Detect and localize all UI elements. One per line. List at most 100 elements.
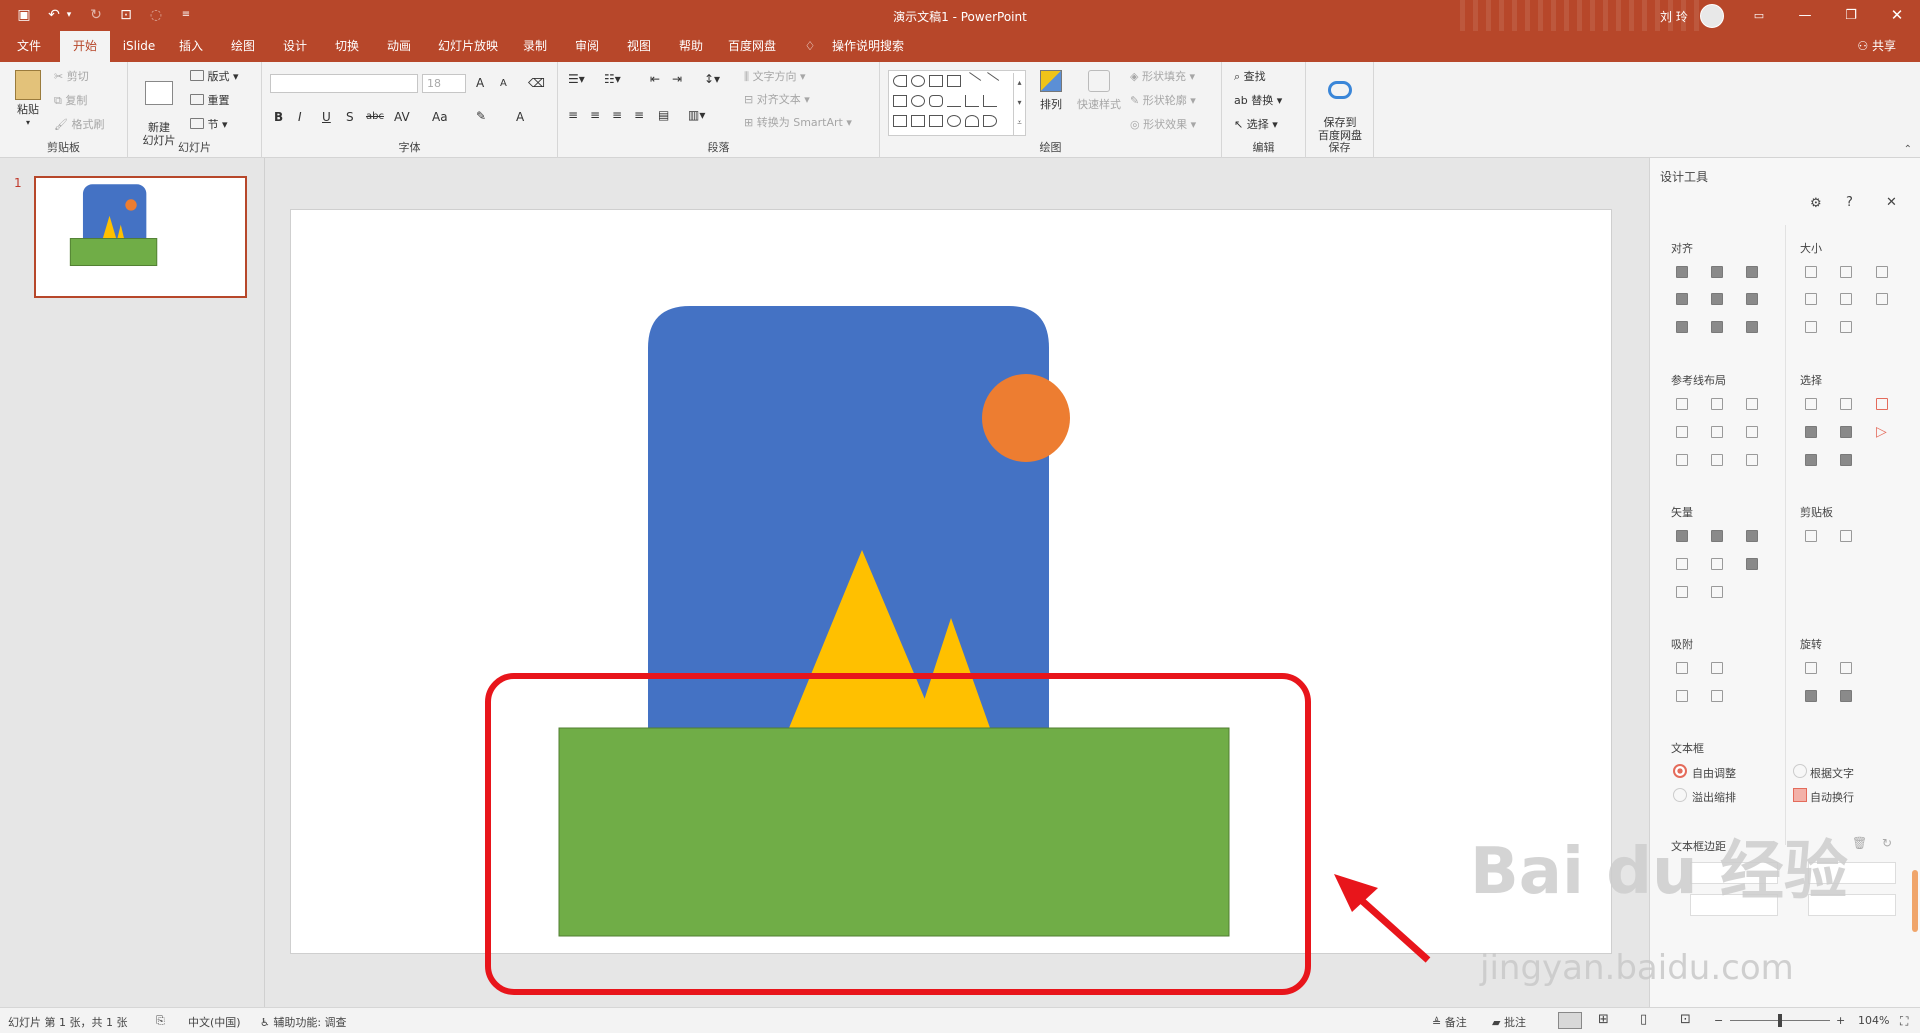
select-cursor-icon[interactable]: ▷ [1876,424,1887,440]
help-icon[interactable]: ? [1846,195,1853,210]
guide-width-icon[interactable] [1676,454,1688,466]
close-icon[interactable]: ✕ [1874,0,1920,31]
by-text-label: 根据文字 [1810,767,1854,780]
size-left-icon[interactable] [1805,293,1817,305]
pane-scrollbar[interactable] [1912,870,1918,932]
section-snap: 吸附 [1671,638,1693,651]
auto-wrap-checkbox[interactable] [1793,788,1807,802]
minimize-icon[interactable]: — [1782,0,1828,31]
pane-paste-icon[interactable] [1840,530,1852,542]
size-right-icon[interactable] [1840,293,1852,305]
slideshow-view-icon[interactable]: ⊡ [1680,1012,1691,1027]
guide-height-icon[interactable] [1711,454,1723,466]
section-select: 选择 [1800,374,1822,387]
zoom-out-icon[interactable]: − [1714,1014,1723,1027]
guide-center-icon[interactable] [1711,398,1723,410]
zoom-in-icon[interactable]: + [1836,1014,1845,1027]
by-text-radio[interactable] [1793,764,1807,778]
pane-copy-icon[interactable] [1805,530,1817,542]
align-slide-icon[interactable] [1746,321,1758,333]
slide-sorter-icon[interactable]: ⊞ [1598,1012,1609,1027]
select-same-icon[interactable] [1805,398,1817,410]
snap-right-icon[interactable] [1711,662,1723,674]
distribute-h-icon[interactable] [1676,321,1688,333]
auto-wrap-label: 自动换行 [1810,791,1854,804]
reading-view-icon[interactable]: ▯ [1640,1012,1647,1027]
overflow-radio[interactable] [1673,788,1687,802]
notes-icon: ≜ [1432,1016,1445,1029]
align-left-icon[interactable] [1676,266,1688,278]
snap-bottom-icon[interactable] [1711,690,1723,702]
align-top-icon[interactable] [1676,293,1688,305]
text-to-shape-icon[interactable] [1676,586,1688,598]
pane-divider [1785,225,1786,845]
refresh-icon[interactable]: ↻ [1882,836,1892,850]
user-name[interactable]: 刘 玲 [1660,8,1688,25]
flip-horizontal-icon[interactable] [1840,690,1852,702]
size-fill-icon[interactable] [1876,293,1888,305]
highlight-box [485,673,1311,995]
guide-fit-icon[interactable] [1746,454,1758,466]
same-height-icon[interactable] [1840,266,1852,278]
guide-left-icon[interactable] [1676,398,1688,410]
snap-left-icon[interactable] [1676,662,1688,674]
language-button[interactable]: 中文(中国) [188,1014,241,1030]
combine-icon[interactable] [1711,530,1723,542]
snap-top-icon[interactable] [1676,690,1688,702]
flip-vertical-icon[interactable] [1805,690,1817,702]
normal-view-icon[interactable] [1558,1012,1582,1029]
rotate-right-icon[interactable] [1840,662,1852,674]
ribbon-display-icon[interactable]: ▭ [1736,0,1782,31]
guide-top-icon[interactable] [1676,426,1688,438]
select-similar-icon[interactable] [1840,398,1852,410]
guide-middle-icon[interactable] [1711,426,1723,438]
fit-slide-icon[interactable]: ⛶ [1900,1014,1908,1029]
settings-icon[interactable]: ⚙ [1810,196,1822,211]
collapse-ribbon-icon[interactable]: ⌃ [1904,144,1912,155]
close-pane-icon[interactable]: ✕ [1886,195,1897,210]
section-vector: 矢量 [1671,506,1693,519]
select-all-icon[interactable] [1840,454,1852,466]
size-top-icon[interactable] [1805,321,1817,333]
zoom-slider-thumb[interactable] [1778,1014,1782,1027]
select-mid-icon[interactable] [1840,426,1852,438]
auto-adjust-label: 自由调整 [1692,767,1736,780]
union-icon[interactable] [1676,530,1688,542]
same-size-icon[interactable] [1876,266,1888,278]
zoom-level[interactable]: 104% [1858,1014,1889,1027]
fragment-icon[interactable] [1746,530,1758,542]
section-pane-clipboard: 剪贴板 [1800,506,1833,519]
edit-points-icon[interactable] [1746,558,1758,570]
auto-adjust-radio[interactable] [1673,764,1687,778]
align-middle-icon[interactable] [1711,293,1723,305]
select-top-icon[interactable] [1805,426,1817,438]
pane-title: 设计工具 [1660,170,1709,184]
guide-bottom-icon[interactable] [1746,426,1758,438]
select-pane-icon[interactable] [1876,398,1888,410]
section-size: 大小 [1800,242,1822,255]
comments-button[interactable]: ▰ 批注 [1492,1014,1526,1030]
spellcheck-icon[interactable]: ⎘ [156,1014,165,1028]
trash-icon[interactable]: 🗑 [1852,836,1867,850]
guide-right-icon[interactable] [1746,398,1758,410]
accessibility-icon: ♿ [260,1016,274,1029]
select-bottom-icon[interactable] [1805,454,1817,466]
notes-button[interactable]: ≜ 备注 [1432,1014,1467,1030]
slide-info: 幻灯片 第 1 张，共 1 张 [8,1016,128,1029]
overflow-label: 溢出缩排 [1692,791,1736,804]
restore-icon[interactable]: ❐ [1828,0,1874,31]
align-bottom-icon[interactable] [1746,293,1758,305]
subtract-icon[interactable] [1711,558,1723,570]
share-button[interactable]: ⚇ 共享 [1857,31,1896,62]
accessibility-button[interactable]: ♿ 辅助功能: 调查 [260,1014,347,1030]
section-textbox: 文本框 [1671,742,1704,755]
rotate-left-icon[interactable] [1805,662,1817,674]
align-right-icon[interactable] [1746,266,1758,278]
size-bottom-icon[interactable] [1840,321,1852,333]
intersect-icon[interactable] [1676,558,1688,570]
align-center-icon[interactable] [1711,266,1723,278]
vector-link-icon[interactable] [1711,586,1723,598]
distribute-v-icon[interactable] [1711,321,1723,333]
same-width-icon[interactable] [1805,266,1817,278]
avatar[interactable] [1700,4,1724,28]
